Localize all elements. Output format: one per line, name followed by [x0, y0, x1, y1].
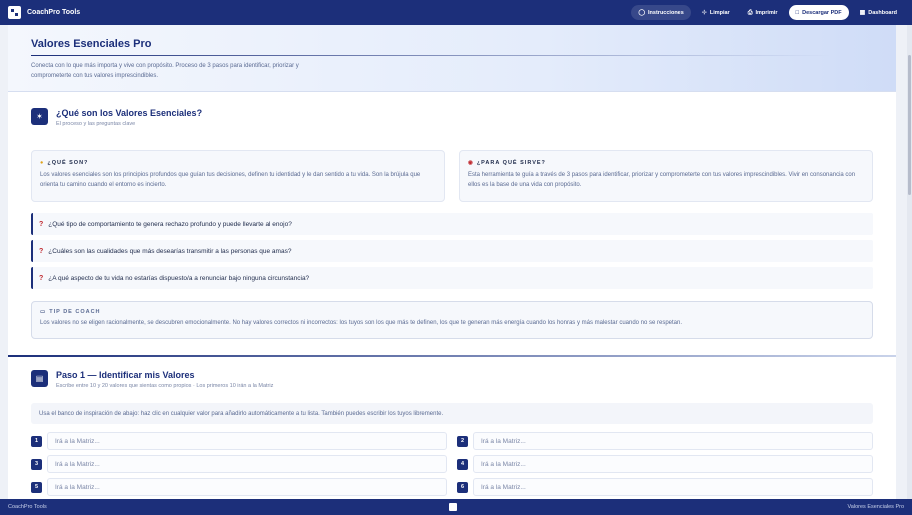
footer-brand: CoachPro Tools: [8, 504, 47, 510]
lightbulb-icon: ◯: [638, 9, 646, 16]
paso1-subtitle: Escribe entre 10 y 20 valores que sienta…: [56, 383, 274, 389]
value-input-3[interactable]: [47, 455, 447, 473]
descargar-pdf-label: Descargar PDF: [802, 9, 842, 16]
que-son-card: ● ¿QUÉ SON? Los valores esenciales son l…: [31, 150, 445, 202]
value-input-2[interactable]: [473, 432, 873, 450]
value-number: 4: [457, 458, 468, 470]
question-item: ? ¿Qué tipo de comportamiento te genera …: [31, 213, 873, 235]
value-number: 3: [31, 458, 42, 470]
bulb-icon: ●: [40, 160, 45, 166]
value-row: 5: [31, 478, 447, 496]
info-cards: ● ¿QUÉ SON? Los valores esenciales son l…: [31, 150, 873, 202]
value-number: 1: [31, 435, 42, 447]
limpiar-button[interactable]: ⊹ Limpiar: [695, 5, 737, 20]
para-que-label: ◉ ¿PARA QUÉ SIRVE?: [468, 160, 864, 166]
question-list: ? ¿Qué tipo de comportamiento te genera …: [31, 213, 873, 289]
nav-actions: ◯ Instrucciones ⊹ Limpiar ⎙ Imprimir □ D…: [631, 5, 904, 20]
value-row: 3: [31, 455, 447, 473]
top-navbar: CoachPro Tools ◯ Instrucciones ⊹ Limpiar…: [0, 0, 912, 25]
footer-tool-name: Valores Esenciales Pro: [847, 504, 904, 510]
value-number: 2: [457, 435, 468, 447]
descargar-pdf-button[interactable]: □ Descargar PDF: [788, 5, 849, 20]
chat-bubble-icon: ▭: [40, 309, 47, 315]
question-mark-icon: ?: [39, 274, 44, 282]
value-row: 4: [457, 455, 873, 473]
paso1-title: Paso 1 — Identificar mis Valores: [56, 370, 195, 380]
intro-section: ✶ ¿Qué son los Valores Esenciales? El pr…: [8, 92, 896, 339]
que-son-text: Los valores esenciales son los principio…: [40, 172, 421, 188]
instrucciones-button[interactable]: ◯ Instrucciones: [631, 5, 691, 20]
coach-tip-text: Los valores no se eligen racionalmente, …: [40, 320, 683, 326]
clipboard-icon: ▤: [31, 370, 48, 387]
value-input-6[interactable]: [473, 478, 873, 496]
question-mark-icon: ?: [39, 220, 44, 228]
limpiar-label: Limpiar: [709, 9, 730, 16]
para-que-card: ◉ ¿PARA QUÉ SIRVE? Esta herramienta te g…: [459, 150, 873, 202]
intro-title: ¿Qué son los Valores Esenciales?: [56, 108, 203, 118]
value-row: 1: [31, 432, 447, 450]
imprimir-label: Imprimir: [755, 9, 778, 16]
value-input-5[interactable]: [47, 478, 447, 496]
value-number: 5: [31, 481, 42, 493]
brand-logo-icon: [8, 6, 21, 19]
intro-header: ✶ ¿Qué son los Valores Esenciales? El pr…: [31, 108, 873, 127]
que-son-label-text: ¿QUÉ SON?: [47, 160, 89, 166]
question-text: ¿Qué tipo de comportamiento te genera re…: [48, 220, 292, 228]
dashboard-label: Dashboard: [868, 9, 897, 16]
coach-tip: ▭ TIP DE COACH Los valores no se eligen …: [31, 301, 873, 339]
page-description: Conecta con lo que más importa y vive co…: [31, 63, 299, 79]
para-que-text: Esta herramienta te guía a través de 3 p…: [468, 172, 856, 188]
value-number: 6: [457, 481, 468, 493]
page-scrollbar[interactable]: [907, 25, 912, 499]
lightbulb-icon: ✶: [31, 108, 48, 125]
intro-subtitle: El proceso y las preguntas clave: [56, 121, 136, 127]
instrucciones-label: Instrucciones: [648, 9, 684, 16]
file-pdf-icon: □: [795, 9, 800, 16]
values-grid: 1 2 3 4 5 6: [31, 432, 873, 496]
grid-icon: ▦: [859, 9, 866, 16]
hero-header: Valores Esenciales Pro Conecta con lo qu…: [8, 25, 896, 92]
value-input-1[interactable]: [47, 432, 447, 450]
value-row: 6: [457, 478, 873, 496]
imprimir-button[interactable]: ⎙ Imprimir: [741, 5, 785, 20]
paso1-hint: Usa el banco de inspiración de abajo: ha…: [31, 403, 873, 424]
value-row: 2: [457, 432, 873, 450]
question-item: ? ¿A qué aspecto de tu vida no estarías …: [31, 267, 873, 289]
scrollbar-thumb[interactable]: [908, 55, 911, 195]
footer-bar: CoachPro Tools Valores Esenciales Pro: [0, 499, 912, 515]
question-text: ¿A qué aspecto de tu vida no estarías di…: [48, 274, 310, 282]
footer-logo-icon: [449, 503, 457, 511]
para-que-label-text: ¿PARA QUÉ SIRVE?: [476, 160, 546, 166]
coach-tip-label-text: TIP DE COACH: [49, 309, 101, 315]
page-title: Valores Esenciales Pro: [31, 38, 152, 50]
question-mark-icon: ?: [39, 247, 44, 255]
paso1-section: ▤ Paso 1 — Identificar mis Valores Escri…: [8, 357, 896, 496]
paso1-header: ▤ Paso 1 — Identificar mis Valores Escri…: [31, 370, 873, 389]
target-icon: ◉: [468, 160, 474, 166]
brand[interactable]: CoachPro Tools: [8, 6, 80, 19]
question-item: ? ¿Cuáles son las cualidades que más des…: [31, 240, 873, 262]
dashboard-button[interactable]: ▦ Dashboard: [853, 5, 904, 20]
que-son-label: ● ¿QUÉ SON?: [40, 160, 436, 166]
question-text: ¿Cuáles son las cualidades que más desea…: [48, 247, 292, 255]
printer-icon: ⎙: [747, 9, 753, 16]
coach-tip-label: ▭ TIP DE COACH: [40, 309, 864, 315]
title-underline: [31, 55, 831, 56]
broom-icon: ⊹: [701, 9, 707, 16]
brand-name: CoachPro Tools: [27, 9, 81, 16]
main-content: Valores Esenciales Pro Conecta con lo qu…: [8, 25, 896, 499]
value-input-4[interactable]: [473, 455, 873, 473]
